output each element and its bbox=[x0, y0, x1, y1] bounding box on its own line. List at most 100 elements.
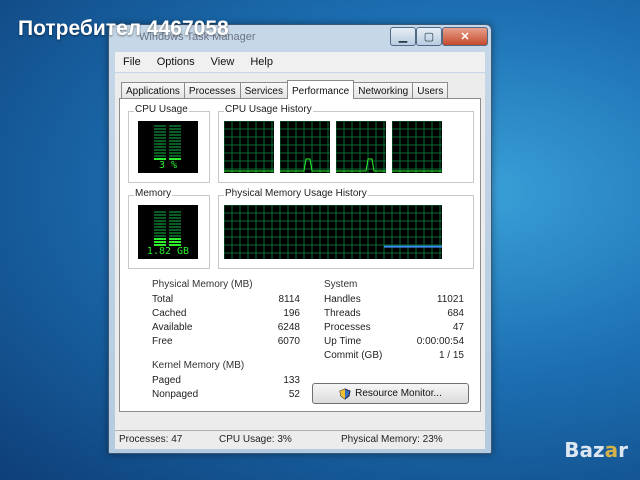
kernel-memory-paged-label: Paged bbox=[152, 375, 181, 386]
meter-segment bbox=[169, 128, 181, 130]
cpu-core-graph-4 bbox=[392, 121, 442, 173]
meter-segment bbox=[169, 217, 181, 219]
physical-memory-total-value: 8114 bbox=[278, 294, 300, 305]
watermark-text: Потребител 4467058 bbox=[18, 17, 229, 40]
meter-segment bbox=[154, 131, 166, 133]
meter-segment bbox=[154, 229, 166, 231]
status-bar: Processes: 47 CPU Usage: 3% Physical Mem… bbox=[115, 430, 485, 449]
menu-options[interactable]: Options bbox=[149, 56, 203, 68]
physical-memory-free-value: 6070 bbox=[277, 336, 300, 347]
meter-segment bbox=[154, 211, 166, 213]
meter-segment bbox=[154, 220, 166, 222]
system-processes-value: 47 bbox=[452, 322, 464, 333]
meter-segment bbox=[154, 214, 166, 216]
physical-memory-title: Physical Memory (MB) bbox=[152, 279, 253, 290]
shield-icon bbox=[339, 387, 351, 400]
kernel-memory-nonpaged-label: Nonpaged bbox=[152, 389, 199, 400]
meter-segment bbox=[169, 140, 181, 142]
tab-users[interactable]: Users bbox=[412, 82, 449, 99]
maximize-button[interactable]: ▢ bbox=[416, 27, 442, 46]
meter-segment bbox=[169, 229, 181, 231]
meter-segment bbox=[154, 232, 166, 234]
menu-file[interactable]: File bbox=[115, 56, 149, 68]
physical-memory-available-value: 6248 bbox=[277, 322, 300, 333]
minimize-button[interactable]: ▁ bbox=[390, 27, 416, 46]
system-threads-value: 684 bbox=[447, 308, 464, 319]
system-commit-value: 1 / 15 bbox=[438, 350, 464, 361]
meter-segment bbox=[154, 146, 166, 148]
meter-segment bbox=[154, 223, 166, 225]
meter-segment bbox=[154, 217, 166, 219]
memory-history-label: Physical Memory Usage History bbox=[224, 188, 368, 199]
meter-segment bbox=[154, 149, 166, 151]
tab-performance[interactable]: Performance bbox=[286, 80, 355, 99]
memory-usage-value: 1.82 GB bbox=[146, 246, 190, 257]
cpu-history-label: CPU Usage History bbox=[224, 104, 313, 115]
system-handles-value: 11021 bbox=[436, 294, 464, 305]
memory-history-graph bbox=[224, 205, 442, 259]
meter-segment bbox=[169, 131, 181, 133]
physical-memory-total-label: Total bbox=[152, 294, 174, 305]
performance-panel: CPU Usage 3 % CPU Usage History Memory 1… bbox=[119, 98, 481, 412]
cpu-usage-value: 3 % bbox=[158, 160, 178, 171]
physical-memory-free-label: Free bbox=[152, 336, 173, 347]
meter-segment bbox=[154, 137, 166, 139]
meter-segment bbox=[154, 241, 166, 243]
meter-segment bbox=[154, 134, 166, 136]
system-handles-label: Handles bbox=[324, 294, 361, 305]
brand-logo: Bazar bbox=[564, 438, 628, 462]
meter-segment bbox=[169, 146, 181, 148]
close-button[interactable]: ✕ bbox=[442, 27, 488, 46]
meter-segment bbox=[169, 238, 181, 240]
tab-services[interactable]: Services bbox=[239, 82, 288, 99]
meter-segment bbox=[154, 238, 166, 240]
close-icon: ✕ bbox=[460, 31, 470, 43]
tab-processes[interactable]: Processes bbox=[183, 82, 241, 99]
meter-segment bbox=[154, 155, 166, 157]
meter-segment bbox=[169, 149, 181, 151]
tab-strip: Applications Processes Services Performa… bbox=[121, 77, 449, 99]
minimize-icon: ▁ bbox=[398, 31, 408, 43]
meter-segment bbox=[169, 235, 181, 237]
meter-segment bbox=[154, 125, 166, 127]
tab-networking[interactable]: Networking bbox=[353, 82, 414, 99]
physical-memory-cached-label: Cached bbox=[152, 308, 187, 319]
meter-segment bbox=[169, 214, 181, 216]
system-threads-label: Threads bbox=[324, 308, 361, 319]
meter-segment bbox=[169, 143, 181, 145]
meter-segment bbox=[154, 235, 166, 237]
meter-segment bbox=[169, 211, 181, 213]
status-physical-memory: Physical Memory: 23% bbox=[341, 434, 443, 445]
cpu-core-graph-3 bbox=[336, 121, 386, 173]
maximize-icon: ▢ bbox=[423, 31, 435, 43]
meter-segment bbox=[154, 140, 166, 142]
meter-segment bbox=[154, 152, 166, 154]
menu-view[interactable]: View bbox=[203, 56, 243, 68]
resource-monitor-button[interactable]: Resource Monitor... bbox=[312, 383, 469, 404]
meter-segment bbox=[169, 155, 181, 157]
menu-bar: File Options View Help bbox=[115, 52, 485, 72]
system-processes-label: Processes bbox=[324, 322, 371, 333]
system-title: System bbox=[324, 279, 358, 290]
meter-segment bbox=[154, 128, 166, 130]
meter-segment bbox=[169, 125, 181, 127]
physical-memory-cached-value: 196 bbox=[283, 308, 300, 319]
tab-applications[interactable]: Applications bbox=[121, 82, 185, 99]
meter-segment bbox=[169, 226, 181, 228]
kernel-memory-title: Kernel Memory (MB) bbox=[152, 360, 245, 371]
meter-segment bbox=[154, 226, 166, 228]
meter-segment bbox=[169, 137, 181, 139]
meter-segment bbox=[169, 223, 181, 225]
system-uptime-value: 0:00:00:54 bbox=[416, 336, 464, 347]
cpu-usage-label: CPU Usage bbox=[134, 104, 189, 115]
meter-segment bbox=[169, 134, 181, 136]
memory-label: Memory bbox=[134, 188, 173, 199]
status-cpu-usage: CPU Usage: 3% bbox=[219, 434, 292, 445]
physical-memory-available-label: Available bbox=[152, 322, 193, 333]
kernel-memory-paged-value: 133 bbox=[283, 375, 300, 386]
resource-monitor-label: Resource Monitor... bbox=[355, 388, 442, 399]
menu-help[interactable]: Help bbox=[242, 56, 281, 68]
system-uptime-label: Up Time bbox=[324, 336, 362, 347]
kernel-memory-nonpaged-value: 52 bbox=[288, 389, 300, 400]
meter-segment bbox=[169, 232, 181, 234]
